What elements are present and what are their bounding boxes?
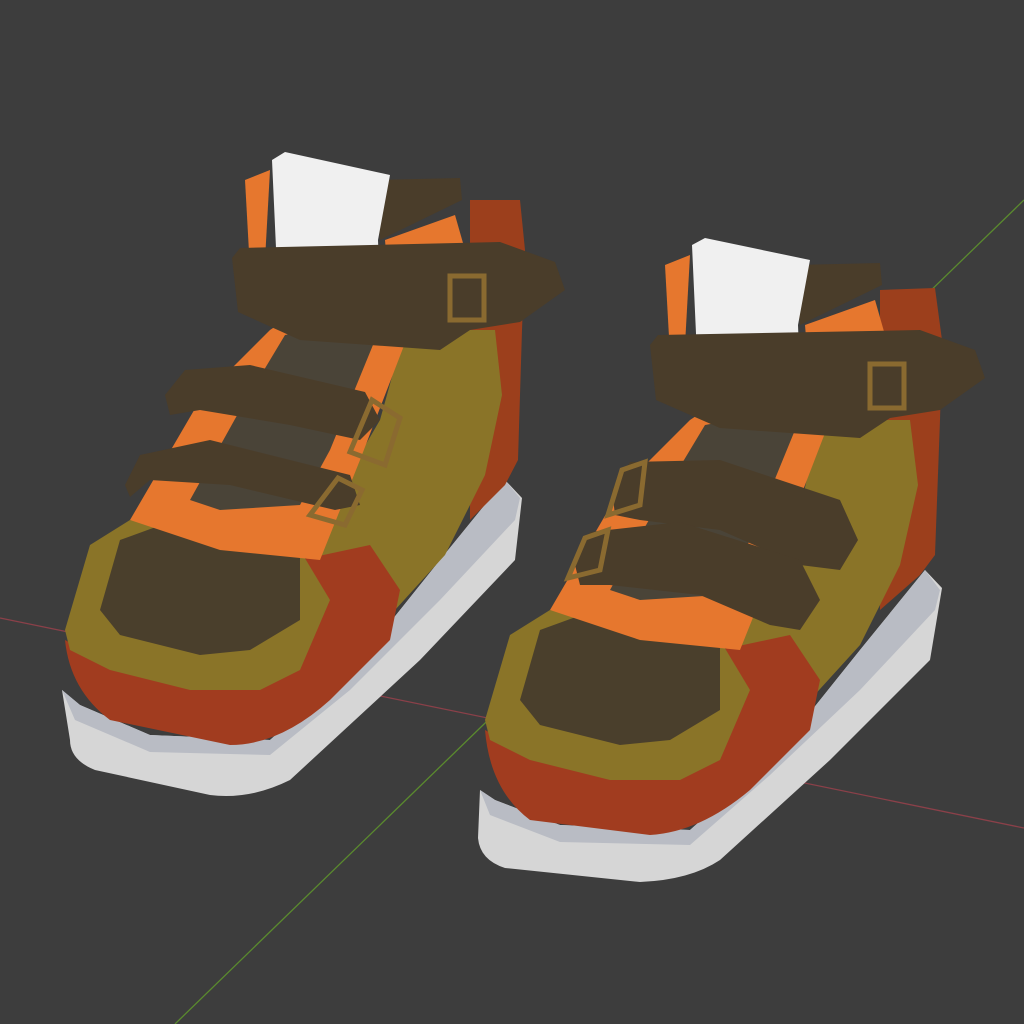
3d-viewport[interactable]	[0, 0, 1024, 1024]
scene-canvas	[0, 152, 1024, 1024]
left-shoe[interactable]	[62, 152, 565, 796]
right-shoe[interactable]	[478, 238, 985, 882]
